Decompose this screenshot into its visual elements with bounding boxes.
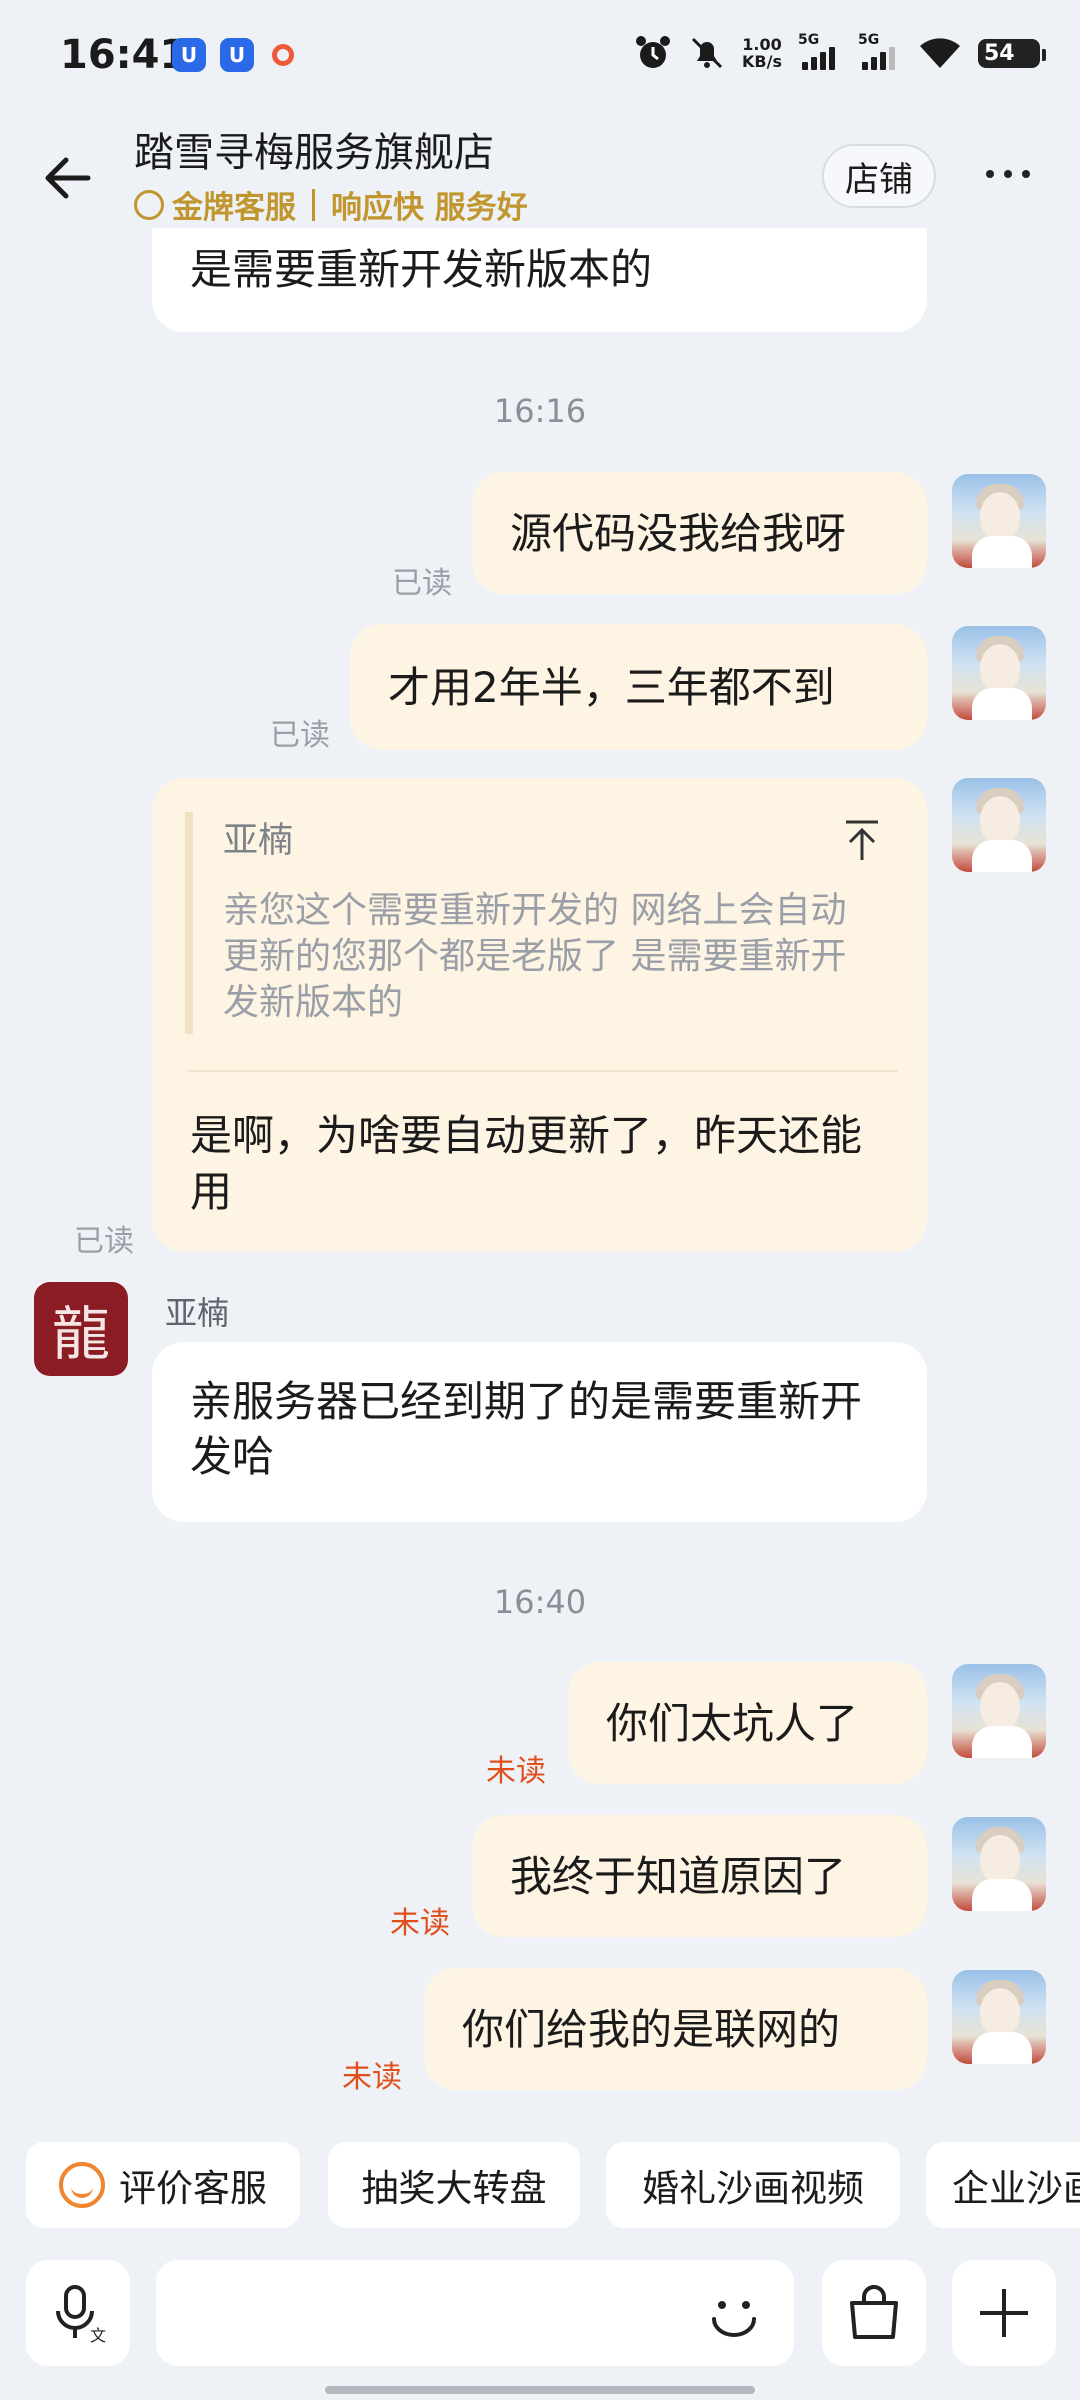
wifi-icon: [920, 38, 960, 68]
user-avatar[interactable]: [952, 778, 1046, 872]
user-avatar[interactable]: [952, 626, 1046, 720]
smiley-icon: [59, 2162, 105, 2208]
svg-text:文: 文: [90, 2326, 106, 2343]
emoji-icon[interactable]: [704, 2283, 764, 2343]
quoted-message[interactable]: 亚楠 亲您这个需要重新开发的 网络上会自动更新的您那个都是老版了 是需要重新开发…: [185, 812, 905, 1034]
message-bubble-outgoing[interactable]: 源代码没我给我呀: [472, 472, 927, 594]
message-text: 是啊，为啥要自动更新了，昨天还能用: [190, 1111, 863, 1216]
sender-name: 亚楠: [165, 1294, 230, 1332]
status-time: 16:41: [60, 32, 188, 78]
status-bar: 16:41 U U 1.00 KB/s 5G 5G 54: [0, 0, 1080, 120]
plus-icon: [980, 2289, 1028, 2337]
quoted-sender: 亚楠: [223, 821, 294, 861]
store-button[interactable]: 店铺: [822, 144, 936, 208]
quoted-text: 亲您这个需要重新开发的 网络上会自动更新的您那个都是老版了 是需要重新开发新版本…: [223, 890, 847, 1023]
message-text: 源代码没我给我呀: [510, 509, 847, 558]
unread-status: 未读: [390, 1906, 450, 1941]
signal-sim2-icon: 5G: [858, 32, 902, 70]
service-badge-line: 金牌客服 响应快 服务好: [134, 182, 528, 227]
chip-enterprise-sand[interactable]: 企业沙画: [926, 2142, 1080, 2228]
scroll-to-top-icon[interactable]: [842, 818, 882, 862]
message-input[interactable]: [156, 2260, 794, 2366]
message-text: 亲服务器已经到期了的是需要重新开发哈: [190, 1377, 863, 1481]
message-text: 是需要重新开发新版本的: [190, 245, 653, 294]
read-status: 已读: [270, 718, 330, 753]
smiley-icon: [134, 189, 164, 220]
voice-input-icon: 文: [56, 2285, 106, 2343]
signal-sim1-icon: 5G: [798, 32, 842, 70]
message-text: 你们给我的是联网的: [462, 2005, 841, 2054]
message-bubble-outgoing[interactable]: 才用2年半，三年都不到: [350, 624, 927, 750]
user-avatar[interactable]: [952, 1664, 1046, 1758]
back-arrow-icon[interactable]: [40, 150, 96, 206]
network-speed: 1.00 KB/s: [742, 35, 782, 71]
chip-wedding-sand-video[interactable]: 婚礼沙画视频: [606, 2142, 900, 2228]
service-tagline: 响应快 服务好: [331, 190, 528, 226]
chat-header: 踏雪寻梅服务旗舰店 金牌客服 响应快 服务好 店铺: [0, 120, 1080, 238]
shop-name[interactable]: 踏雪寻梅服务旗舰店: [134, 120, 494, 178]
user-avatar[interactable]: [952, 1970, 1046, 2064]
read-status: 已读: [74, 1224, 134, 1259]
alarm-icon: [636, 36, 671, 68]
home-indicator[interactable]: [325, 2386, 755, 2394]
message-text: 我终于知道原因了: [510, 1852, 847, 1901]
read-status: 已读: [392, 566, 452, 601]
unread-status: 未读: [486, 1754, 546, 1789]
shopping-bag-icon: [850, 2285, 898, 2339]
user-avatar[interactable]: [952, 474, 1046, 568]
battery-indicator: 54: [978, 38, 1046, 68]
chip-rate-service[interactable]: 评价客服: [26, 2142, 300, 2228]
chip-lottery-wheel[interactable]: 抽奖大转盘: [328, 2142, 580, 2228]
timestamp: 16:40: [493, 1583, 587, 1621]
message-text: 才用2年半，三年都不到: [388, 663, 835, 712]
divider: [188, 1070, 898, 1072]
message-bubble-outgoing[interactable]: 我终于知道原因了: [472, 1815, 927, 1937]
voice-input-button[interactable]: 文: [26, 2260, 130, 2366]
timestamp: 16:16: [493, 392, 587, 430]
message-text: 你们太坑人了: [606, 1699, 859, 1748]
dragon-logo-icon: 龍: [51, 1300, 110, 1368]
system-icons: 1.00 KB/s 5G 5G 54: [634, 32, 1046, 72]
message-bubble-outgoing[interactable]: 你们太坑人了: [568, 1662, 927, 1784]
shop-avatar[interactable]: 龍: [34, 1282, 128, 1376]
message-bubble-outgoing[interactable]: 你们给我的是联网的: [424, 1968, 927, 2090]
recording-indicator-icon: [272, 44, 294, 66]
user-avatar[interactable]: [952, 1817, 1046, 1911]
shopping-bag-button[interactable]: [822, 2260, 926, 2366]
plus-button[interactable]: [952, 2260, 1056, 2366]
notification-icons: U U: [172, 38, 294, 72]
gold-service-badge: 金牌客服: [172, 190, 296, 226]
unread-status: 未读: [342, 2060, 402, 2095]
message-bubble-incoming[interactable]: 是需要重新开发新版本的: [152, 228, 927, 332]
app-notification-icon: U: [172, 38, 206, 72]
mute-bell-icon: [691, 37, 723, 69]
divider: [312, 188, 315, 221]
app-notification-icon: U: [220, 38, 254, 72]
more-icon[interactable]: [986, 170, 1030, 178]
message-bubble-incoming[interactable]: 亲服务器已经到期了的是需要重新开发哈: [152, 1342, 927, 1522]
